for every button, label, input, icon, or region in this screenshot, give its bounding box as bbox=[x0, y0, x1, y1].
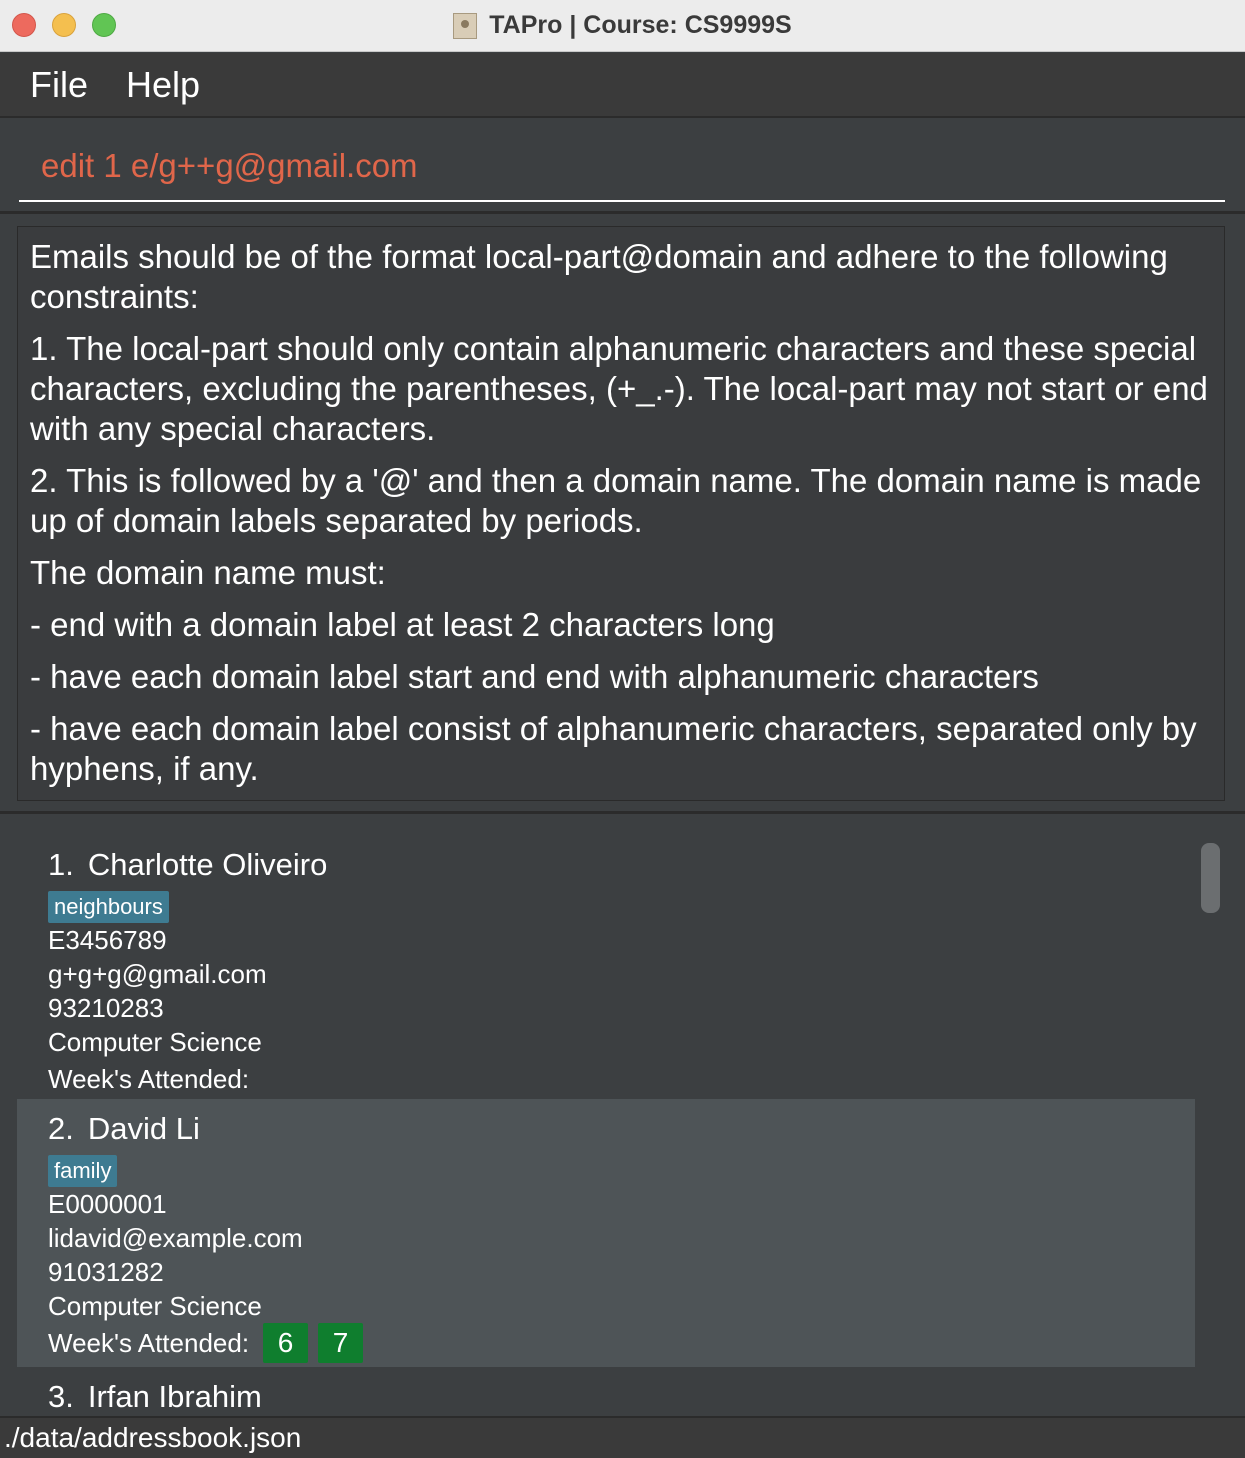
result-line: - end with a domain label at least 2 cha… bbox=[30, 606, 775, 643]
person-card[interactable]: 3. Irfan Ibrahim bbox=[17, 1367, 1195, 1416]
week-badge: 7 bbox=[318, 1323, 364, 1363]
weeks-attended-row: Week's Attended: bbox=[48, 1059, 1195, 1099]
window-title: TAPro | Course: CS9999S bbox=[489, 11, 792, 39]
person-list: 1. Charlotte Oliveiro neighbours E3456789… bbox=[0, 814, 1245, 1416]
result-line: 2. This is followed by a '@' and then a … bbox=[30, 462, 1202, 539]
weeks-attended-row: Week's Attended: 6 7 bbox=[48, 1323, 1195, 1363]
menu-bar: File Help bbox=[0, 53, 1245, 118]
result-display-panel: Emails should be of the format local-par… bbox=[0, 214, 1245, 814]
minimize-window-button[interactable] bbox=[52, 13, 76, 37]
person-index: 1. bbox=[48, 847, 74, 882]
result-line: 1. The local-part should only contain al… bbox=[30, 330, 1208, 447]
person-phone: 93210283 bbox=[48, 993, 164, 1023]
week-badge: 6 bbox=[263, 1323, 309, 1363]
data-file-path: ./data/addressbook.json bbox=[4, 1422, 302, 1453]
maximize-window-button[interactable] bbox=[92, 13, 116, 37]
window-controls bbox=[12, 13, 116, 37]
person-major: Computer Science bbox=[48, 1291, 262, 1321]
menu-help[interactable]: Help bbox=[126, 64, 200, 106]
person-name: Irfan Ibrahim bbox=[87, 1379, 262, 1414]
scrollbar-thumb[interactable] bbox=[1201, 843, 1220, 913]
result-line: The domain name must: bbox=[30, 554, 386, 591]
result-line: Emails should be of the format local-par… bbox=[30, 238, 1168, 315]
contacts-book-icon bbox=[453, 12, 478, 39]
person-name-row: 1. Charlotte Oliveiro bbox=[48, 843, 1195, 887]
result-display: Emails should be of the format local-par… bbox=[17, 226, 1225, 801]
person-tag: family bbox=[48, 1155, 118, 1187]
person-name-row: 3. Irfan Ibrahim bbox=[48, 1375, 1195, 1416]
person-card[interactable]: 1. Charlotte Oliveiro neighbours E3456789… bbox=[17, 835, 1195, 1099]
close-window-button[interactable] bbox=[12, 13, 36, 37]
menu-file[interactable]: File bbox=[30, 64, 88, 106]
list-scrollbar[interactable] bbox=[1195, 835, 1225, 1395]
result-line: - have each domain label consist of alph… bbox=[30, 710, 1197, 787]
window-title-group: TAPro | Course: CS9999S bbox=[453, 11, 792, 40]
command-box bbox=[0, 118, 1245, 214]
person-name-row: 2. David Li bbox=[48, 1107, 1195, 1151]
person-name: David Li bbox=[87, 1111, 200, 1146]
person-phone: 91031282 bbox=[48, 1257, 164, 1287]
window-titlebar: TAPro | Course: CS9999S bbox=[0, 0, 1245, 52]
person-student-id: E0000001 bbox=[48, 1189, 167, 1219]
person-card-selected[interactable]: 2. David Li family E0000001 lidavid@examp… bbox=[17, 1099, 1195, 1367]
person-index: 3. bbox=[48, 1379, 74, 1414]
person-name: Charlotte Oliveiro bbox=[87, 847, 328, 882]
result-line: - have each domain label start and end w… bbox=[30, 658, 1039, 695]
person-student-id: E3456789 bbox=[48, 925, 167, 955]
person-email: lidavid@example.com bbox=[48, 1223, 303, 1253]
person-major: Computer Science bbox=[48, 1027, 262, 1057]
status-bar: ./data/addressbook.json bbox=[0, 1416, 1245, 1458]
person-email: g+g+g@gmail.com bbox=[48, 959, 267, 989]
weeks-attended-label: Week's Attended: bbox=[48, 1327, 250, 1358]
person-index: 2. bbox=[48, 1111, 74, 1146]
command-input[interactable] bbox=[19, 132, 1225, 202]
weeks-attended-label: Week's Attended: bbox=[48, 1063, 250, 1094]
person-tag: neighbours bbox=[48, 891, 169, 923]
